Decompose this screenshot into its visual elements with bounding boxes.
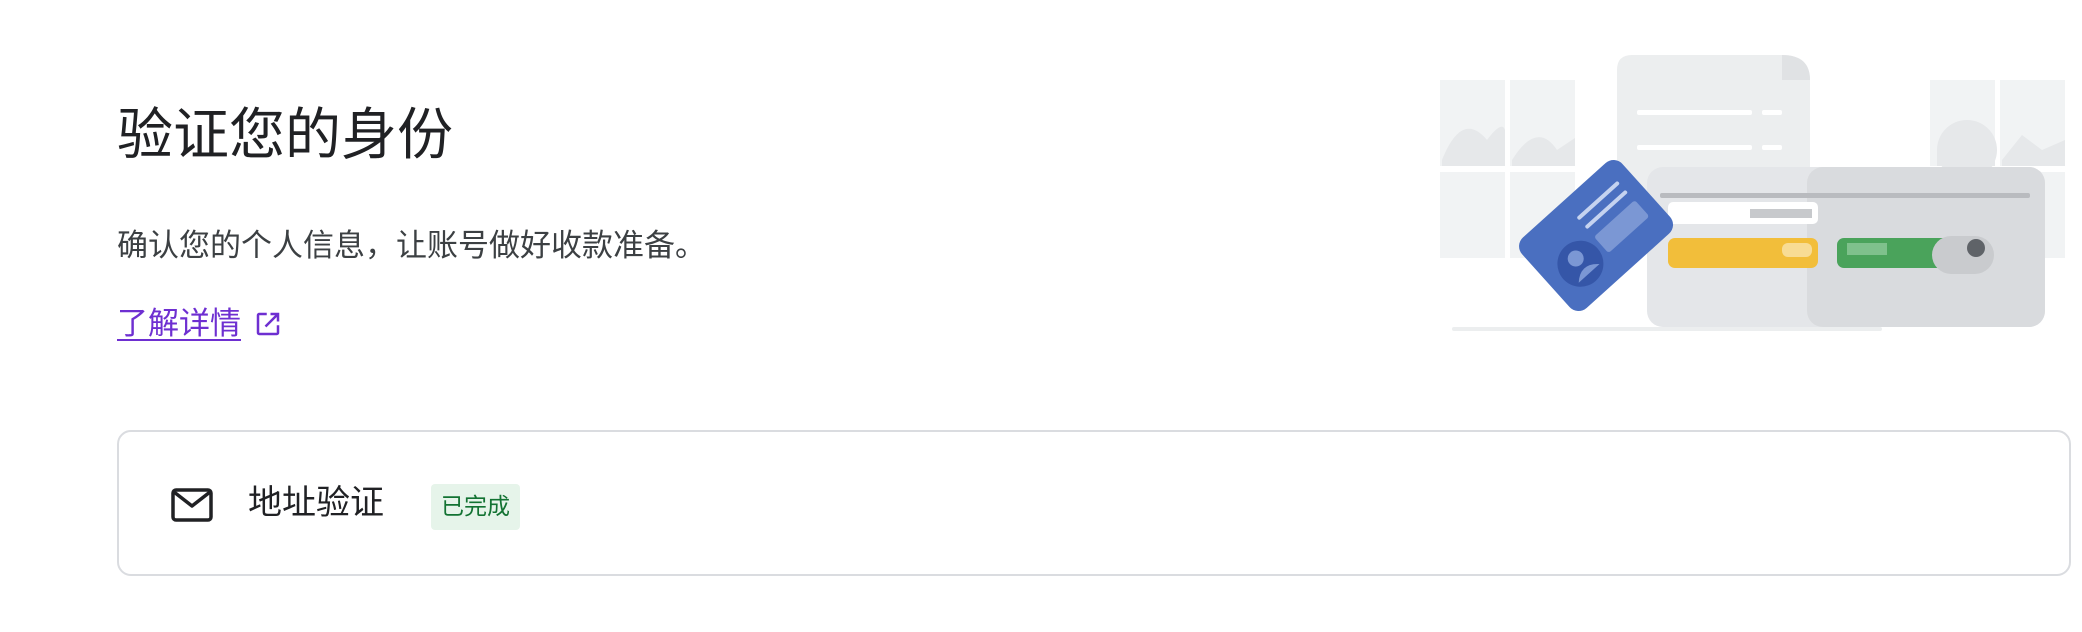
- mail-icon: [171, 488, 213, 522]
- open-in-new-icon: [256, 312, 280, 336]
- learn-more-link[interactable]: 了解详情: [117, 302, 283, 346]
- status-badge: 已完成: [431, 484, 520, 530]
- learn-more-label: 了解详情: [117, 306, 241, 342]
- wallet-illustration: [1647, 167, 2045, 327]
- address-verification-card[interactable]: 地址验证 已完成: [117, 430, 2071, 576]
- verify-identity-header: 验证您的身份 确认您的个人信息，让账号做好收款准备。 了解详情: [117, 0, 1367, 400]
- identity-verification-illustration: [1440, 55, 2065, 331]
- address-verification-title: 地址验证: [248, 483, 384, 523]
- page-title: 验证您的身份: [117, 103, 453, 168]
- page-subtitle: 确认您的个人信息，让账号做好收款准备。: [117, 228, 706, 264]
